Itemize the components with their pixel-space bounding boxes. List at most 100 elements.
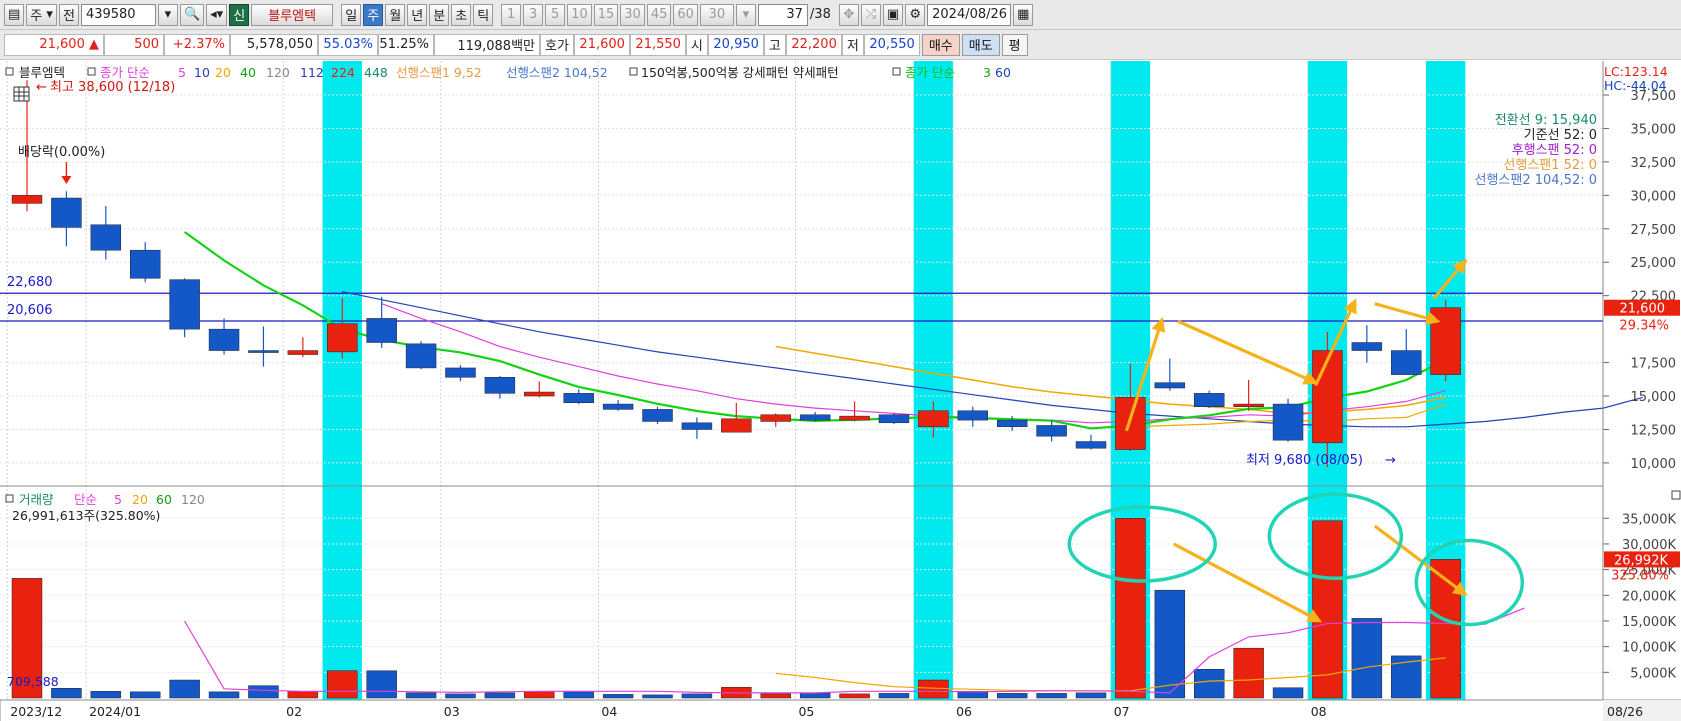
sell-button[interactable]: 매도 (961, 33, 1000, 56)
speaker-icon[interactable]: ◂▾ (206, 3, 228, 26)
dividend-annotation: 배당락(0.00%) (18, 145, 105, 160)
period-tab-second[interactable]: 초 (451, 3, 472, 26)
eval-button[interactable]: 평 (1001, 33, 1028, 56)
volume-bar (1193, 668, 1225, 699)
page-count-input[interactable]: 37 (757, 3, 808, 26)
x-axis-label: 2024/01 (89, 704, 141, 719)
minute-45[interactable]: 45 (646, 3, 672, 26)
candle-body (248, 350, 279, 353)
minute-60[interactable]: 60 (673, 3, 698, 26)
quote-ratio2: 51.25% (378, 33, 434, 56)
save-icon[interactable]: ▣ (882, 3, 904, 26)
legend-ma-448: 448 (364, 65, 388, 80)
calendar-icon[interactable]: ▦ (1013, 3, 1034, 26)
x-axis-label: 05 (798, 704, 814, 719)
candle-body (1430, 307, 1461, 375)
minute-30[interactable]: 30 (620, 3, 645, 26)
ichimoku-span1: 선행스팬1 52: 0 (1503, 157, 1597, 173)
volume-bar (996, 693, 1028, 699)
volume-tick-label: 35,000K (1622, 512, 1676, 527)
candle-body (169, 279, 200, 330)
candle-body (1391, 350, 1422, 375)
table-icon[interactable] (13, 86, 30, 102)
period-tab-tick[interactable]: 틱 (473, 3, 494, 26)
quote-open: 20,950 (707, 33, 764, 56)
interval-dropdown-icon[interactable]: ▾ (735, 3, 756, 26)
legend-ma-224: 224 (331, 65, 355, 80)
volume-tick-label: 10,000K (1622, 641, 1676, 656)
legend-pattern: 150억봉,500억봉 강세패턴 약세패턴 (641, 65, 839, 80)
volume-bar (839, 693, 870, 699)
legend-ma-5: 5 (178, 65, 186, 80)
menu-icon[interactable]: ▤ (4, 3, 25, 26)
volume-bar (405, 692, 437, 699)
draw-icon[interactable]: ⤭ (860, 3, 881, 26)
quote-high: 22,200 (785, 33, 842, 56)
legend-toggle-icon[interactable] (629, 67, 638, 76)
price-tick-label: 17,500 (1631, 357, 1677, 372)
stock-chart[interactable]: 2023/12 2024/01 02 03 04 05 06 07 0837,50035,000… (0, 61, 1681, 721)
code-dropdown-icon[interactable]: ▾ (157, 3, 178, 26)
legend-toggle-icon[interactable] (892, 67, 901, 76)
volume-legend-current: 26,991,613주(325.80%) (12, 508, 160, 523)
volume-legend-ma-20: 20 (132, 492, 148, 507)
legend-toggle-icon[interactable] (5, 494, 14, 503)
volume-bar (1115, 518, 1146, 699)
minute-5[interactable]: 5 (545, 3, 566, 26)
low-annotation: 최저 9,680 (08/05) (1246, 453, 1363, 468)
x-axis-label: 02 (286, 704, 302, 719)
period-tab-week[interactable]: 주 (363, 3, 384, 26)
date-input[interactable]: 2024/08/26 (927, 3, 1012, 26)
volume-bar (484, 692, 516, 699)
market-select-value: 주 (30, 9, 43, 24)
stock-name[interactable]: 블루엠텍 (251, 3, 334, 26)
price-tick-label: 30,000 (1631, 189, 1677, 204)
search-icon[interactable]: 🔍 (179, 3, 205, 26)
candle-body (681, 422, 713, 430)
stock-code-input[interactable]: 439580 (80, 3, 156, 26)
candle-body (524, 391, 555, 397)
price-tick-label: 27,500 (1631, 223, 1677, 238)
period-tab-year[interactable]: 년 (407, 3, 428, 26)
interval-input[interactable]: 30 (699, 3, 734, 26)
volume-bar (445, 693, 476, 699)
low-label: 저 (841, 33, 864, 56)
volume-bar (208, 691, 240, 699)
market-select[interactable]: 주 ▾ (26, 3, 57, 26)
buy-button[interactable]: 매수 (921, 33, 960, 56)
legend-toggle-icon[interactable] (5, 67, 14, 76)
ichimoku-conversion: 전환선 9: 15,940 (1495, 113, 1597, 128)
minute-3[interactable]: 3 (523, 3, 544, 26)
period-tab-month[interactable]: 월 (385, 3, 406, 26)
period-tab-minute[interactable]: 분 (429, 3, 450, 26)
current-price-label: 21,600 (1620, 302, 1666, 317)
price-tick-label: 35,000 (1631, 122, 1677, 137)
quote-price: 21,600 ▲ (4, 33, 104, 56)
main-toolbar: ▤ 주 ▾ 전 439580 ▾ 🔍 ◂▾ 신 블루엠텍 일 주 월 년 분 초… (0, 0, 1681, 30)
minute-10[interactable]: 10 (567, 3, 592, 26)
minute-15[interactable]: 15 (593, 3, 619, 26)
quote-change: 500 (104, 33, 164, 56)
candle-body (721, 418, 752, 433)
quote-amount: 119,088백만 (434, 33, 540, 56)
market-prefix[interactable]: 전 (58, 3, 79, 26)
gear-icon[interactable]: ⚙ (905, 3, 926, 26)
right-arrow-icon: → (1385, 453, 1396, 468)
close-icon[interactable] (1671, 490, 1681, 500)
candle-body (208, 328, 240, 351)
candle-body (1036, 425, 1067, 437)
volume-bar (760, 693, 791, 699)
period-tab-day[interactable]: 일 (341, 3, 362, 26)
price-tick-label: 15,000 (1631, 390, 1677, 405)
legend-toggle-icon[interactable] (87, 67, 96, 76)
tool-icon[interactable]: ✥ (838, 3, 859, 26)
minute-1[interactable]: 1 (501, 3, 522, 26)
current-volume-pct: 325.80% (1611, 568, 1669, 583)
volume-bar (51, 687, 82, 699)
volume-bar (681, 693, 713, 699)
candle-body (878, 414, 910, 424)
volume-bar (287, 691, 319, 699)
volume-bar (169, 679, 200, 699)
hline-lower-label: 20,606 (7, 303, 53, 318)
volume-legend-ma-5: 5 (114, 492, 122, 507)
